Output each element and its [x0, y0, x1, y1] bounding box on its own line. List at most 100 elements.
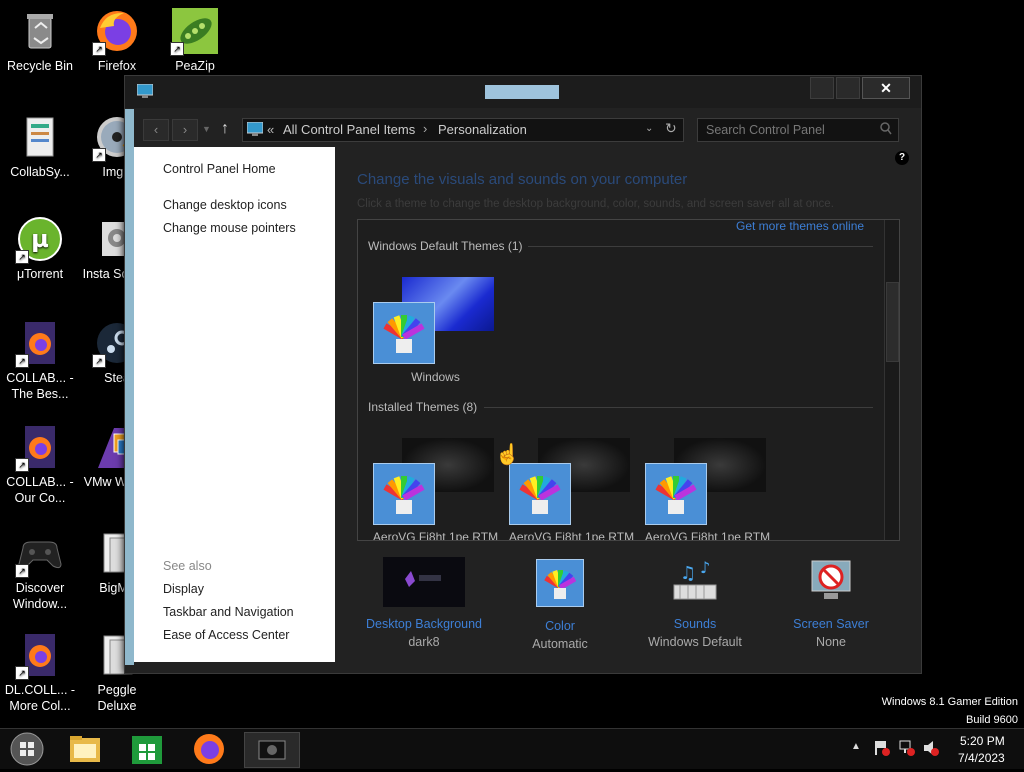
shortcut-arrow-icon: ↗: [15, 250, 29, 264]
desktop-icon-label: CollabSy...: [10, 165, 70, 179]
change-mouse-pointers-link[interactable]: Change mouse pointers: [163, 221, 296, 235]
window-title: Personalization: [485, 85, 559, 99]
title-bar[interactable]: Personalization ✕: [125, 76, 921, 108]
screen-saver-icon: [806, 557, 856, 605]
breadcrumb-prefix: «: [267, 122, 275, 137]
section-header-default: Windows Default Themes (1): [368, 239, 523, 253]
music-notes-icon: ♫ ♪: [670, 557, 720, 605]
breadcrumb-personalization[interactable]: Personalization: [438, 122, 527, 137]
page-subtitle: Click a theme to change the desktop back…: [357, 198, 834, 210]
page-title: Change the visuals and sounds on your co…: [357, 171, 688, 188]
scrollbar-thumb[interactable]: [886, 282, 899, 362]
color-palette-icon: [509, 463, 571, 525]
search-box[interactable]: Search Control Panel: [697, 118, 899, 142]
control-panel-home-link[interactable]: Control Panel Home: [163, 162, 276, 176]
back-button[interactable]: ‹: [143, 119, 169, 141]
get-more-themes-link[interactable]: Get more themes online: [736, 220, 864, 233]
desktop-icon-label: COLLAB... - Our Co...: [6, 475, 74, 505]
shortcut-arrow-icon: ↗: [15, 564, 29, 578]
color-button[interactable]: Color Automatic: [490, 557, 630, 651]
clock-date[interactable]: 7/4/2023: [958, 751, 1005, 765]
close-button[interactable]: ✕: [862, 77, 910, 99]
chevron-down-icon[interactable]: ⌄: [645, 123, 653, 134]
desktop-icon-recycle-bin[interactable]: Recycle Bin: [0, 8, 80, 74]
desktop-icon-peazip[interactable]: ↗ PeaZip: [155, 8, 235, 74]
sounds-value: Windows Default: [648, 635, 742, 649]
desktop-icon-label: Firefox: [97, 59, 137, 73]
desktop-icon-label: μTorrent: [16, 267, 64, 281]
desktop-icon-collabsy[interactable]: CollabSy...: [0, 114, 80, 180]
file-explorer-taskbar-button[interactable]: [58, 732, 112, 766]
minimize-button[interactable]: [810, 77, 834, 99]
sounds-button[interactable]: ♫ ♪ Sounds Windows Default: [625, 557, 765, 649]
refresh-icon[interactable]: ↻: [665, 120, 677, 137]
start-button[interactable]: [0, 732, 54, 766]
os-edition-watermark: Windows 8.1 Gamer Edition: [881, 696, 1018, 708]
color-palette-icon: [536, 559, 584, 607]
clock-time[interactable]: 5:20 PM: [960, 734, 1005, 748]
address-bar[interactable]: « All Control Panel Items › Personalizat…: [242, 118, 684, 142]
peazip-icon: ↗: [170, 8, 218, 56]
shortcut-arrow-icon: ↗: [92, 148, 106, 162]
desktop-icon-label: DL.COLL... - More Col...: [4, 683, 76, 713]
section-divider: [528, 246, 873, 247]
desktop-icon-dl-collab[interactable]: ↗ DL.COLL... - More Col...: [0, 632, 80, 714]
theme-windows-label: Windows: [411, 370, 460, 384]
control-panel-taskbar-button[interactable]: [244, 732, 300, 768]
shortcut-arrow-icon: ↗: [15, 458, 29, 472]
firefox-taskbar-button[interactable]: [182, 732, 236, 766]
shortcut-arrow-icon: ↗: [15, 354, 29, 368]
color-palette-icon: [373, 302, 435, 364]
screen-saver-value: None: [816, 635, 846, 649]
hand-cursor-icon: ☝: [495, 444, 520, 466]
color-palette-icon: [373, 463, 435, 525]
desktop-icon-firefox[interactable]: ↗ Firefox: [77, 8, 157, 74]
document-icon: [17, 114, 63, 160]
desktop-icon-collab-best[interactable]: ↗ COLLAB... - The Bes...: [0, 320, 80, 402]
firefox-doc-icon: ↗: [15, 320, 63, 368]
firefox-doc-icon: ↗: [15, 424, 63, 472]
up-arrow-icon[interactable]: ↑: [221, 120, 229, 138]
store-taskbar-button[interactable]: [120, 732, 174, 766]
desktop-background-value: dark8: [408, 635, 440, 649]
ease-of-access-link[interactable]: Ease of Access Center: [163, 628, 289, 642]
color-value: Automatic: [532, 637, 588, 651]
color-palette-icon: [645, 463, 707, 525]
breadcrumb-all-items[interactable]: All Control Panel Items: [283, 122, 415, 137]
theme-label: AeroVG Fi8ht 1pe RTM: [644, 530, 771, 541]
search-icon[interactable]: [880, 122, 892, 141]
control-panel-icon: [246, 121, 264, 141]
theme-label: AeroVG Fi8ht 1pe RTM: [508, 530, 635, 541]
themes-scrollbar[interactable]: [884, 220, 899, 540]
shortcut-arrow-icon: ↗: [15, 666, 29, 680]
color-label: Color: [545, 619, 575, 633]
network-icon[interactable]: [898, 739, 916, 762]
shortcut-arrow-icon: ↗: [92, 354, 106, 368]
section-divider: [484, 407, 873, 408]
desktop-icon-discover[interactable]: ↗ Discover Window...: [0, 530, 80, 612]
taskbar-navigation-link[interactable]: Taskbar and Navigation: [163, 605, 294, 619]
firefox-icon: ↗: [92, 8, 140, 56]
control-panel-icon: [136, 83, 154, 103]
display-link[interactable]: Display: [163, 582, 204, 596]
screen-saver-label: Screen Saver: [793, 617, 869, 631]
desktop-icon-label: Recycle Bin: [7, 59, 73, 73]
action-center-flag-icon[interactable]: [874, 739, 890, 762]
gamepad-icon: ↗: [15, 530, 63, 578]
screen-saver-button[interactable]: Screen Saver None: [761, 557, 901, 649]
help-icon[interactable]: ?: [895, 151, 909, 165]
desktop-background-button[interactable]: Desktop Background dark8: [354, 557, 494, 649]
forward-button[interactable]: ›: [172, 119, 198, 141]
shortcut-arrow-icon: ↗: [170, 42, 184, 56]
desktop-background-label: Desktop Background: [365, 617, 483, 631]
change-desktop-icons-link[interactable]: Change desktop icons: [163, 198, 287, 212]
volume-muted-icon[interactable]: [922, 739, 940, 762]
themes-list[interactable]: Get more themes online Windows Default T…: [357, 219, 900, 541]
show-hidden-icons[interactable]: ▲: [851, 741, 861, 752]
maximize-button[interactable]: [836, 77, 860, 99]
desktop-icon-collab-our[interactable]: ↗ COLLAB... - Our Co...: [0, 424, 80, 506]
recent-locations-icon[interactable]: ▼: [202, 124, 211, 134]
desktop-icon-utorrent[interactable]: µ ↗ μTorrent: [0, 216, 80, 282]
search-input[interactable]: Search Control Panel: [706, 123, 825, 137]
desktop-icon-label: COLLAB... - The Bes...: [6, 371, 74, 401]
